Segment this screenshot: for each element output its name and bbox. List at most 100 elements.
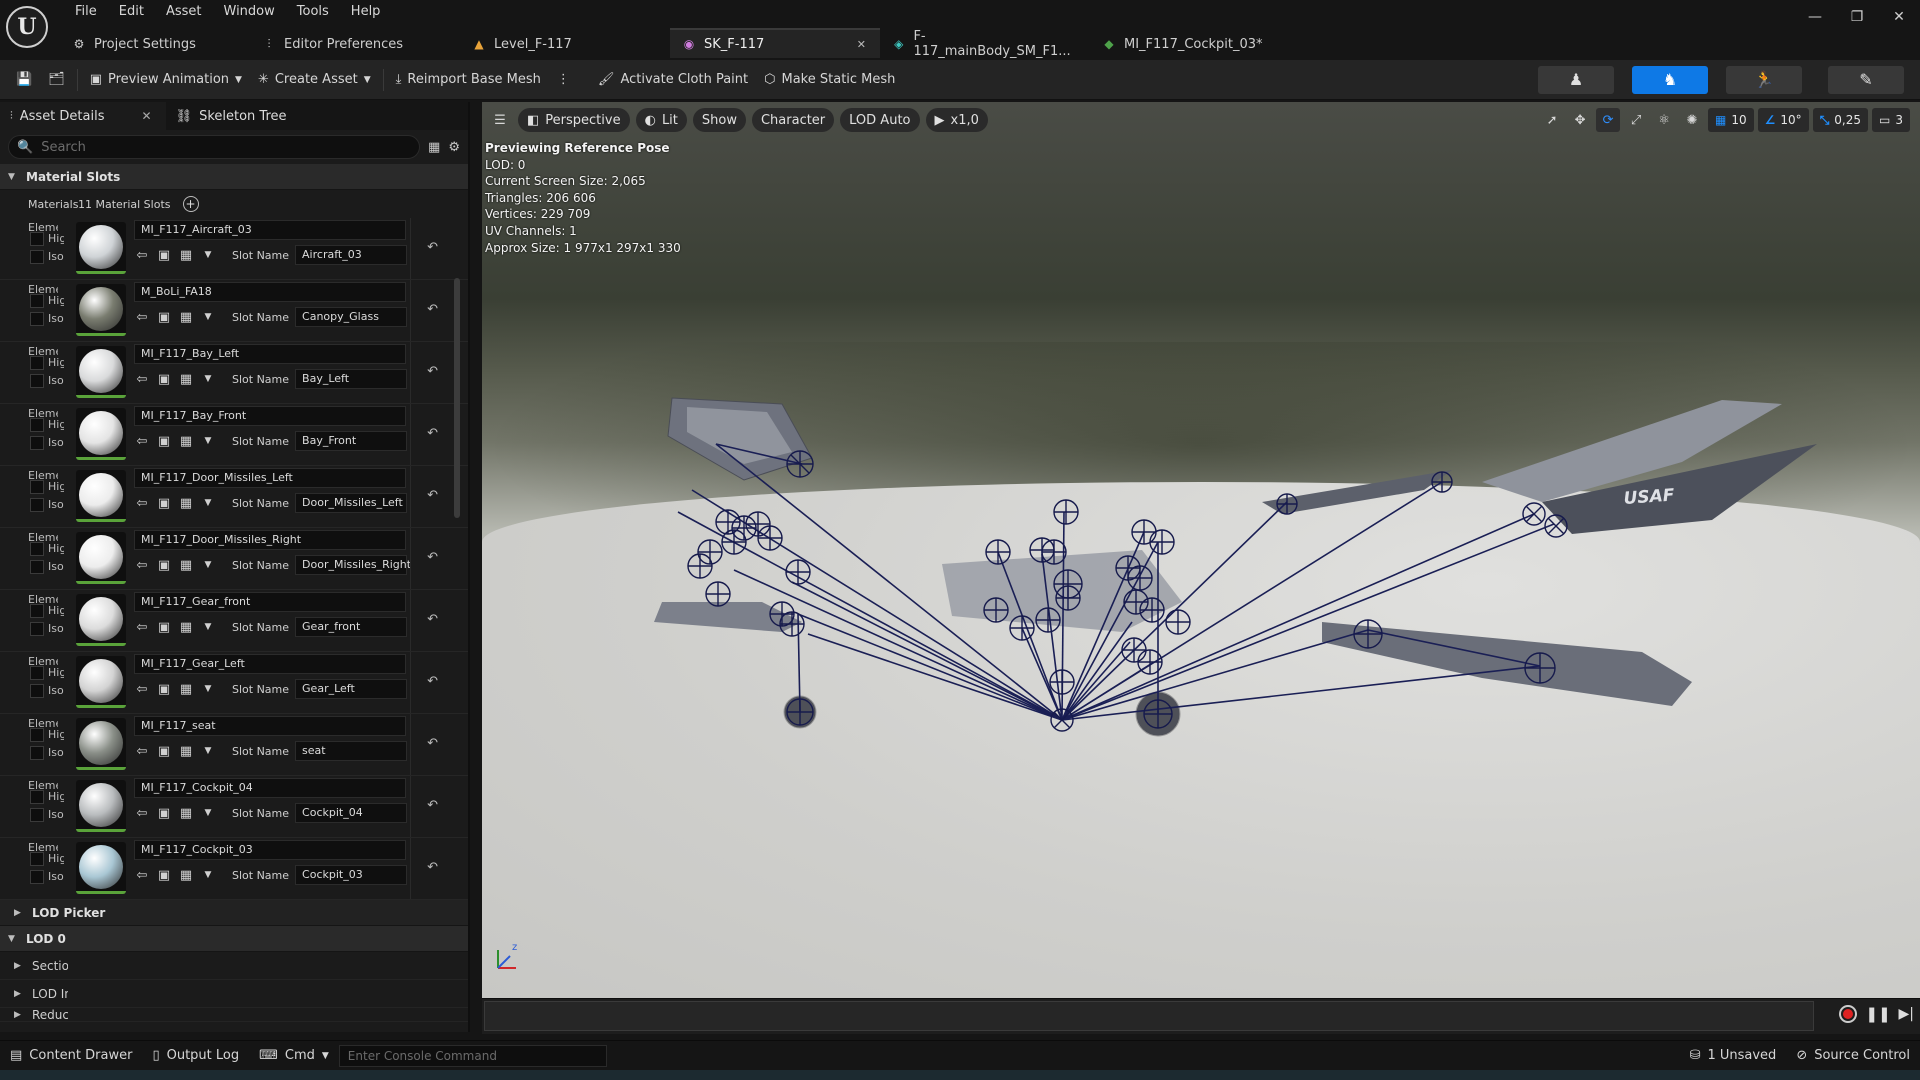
subsection-sections[interactable]: ▶ Sections	[0, 952, 468, 980]
slot-name-input[interactable]: Cockpit_04	[295, 803, 408, 823]
rotation-snap-button[interactable]: ∠ 10°	[1757, 108, 1809, 132]
material-name-field[interactable]: MI_F117_seat	[134, 716, 406, 736]
perspective-button[interactable]: ◧ Perspective	[518, 108, 630, 132]
slot-name-input[interactable]: Door_Missiles_Left	[295, 493, 408, 513]
section-material-slots[interactable]: ▼ Material Slots	[0, 164, 468, 190]
reset-to-default-icon[interactable]: ↶	[427, 736, 438, 751]
slot-name-input[interactable]: Gear_front	[295, 617, 408, 637]
reset-to-default-icon[interactable]: ↶	[427, 364, 438, 379]
search-input[interactable]	[41, 139, 412, 155]
slot-name-input[interactable]: Aircraft_03	[295, 245, 408, 265]
use-selected-icon[interactable]: ⇦	[134, 743, 150, 759]
chevron-down-icon[interactable]: ▼	[200, 681, 216, 697]
isolate-checkbox[interactable]	[30, 436, 44, 450]
highlight-checkbox[interactable]	[30, 356, 44, 370]
material-thumbnail[interactable]	[76, 284, 126, 336]
show-button[interactable]: Show	[692, 108, 746, 132]
close-tab-icon[interactable]: ✕	[857, 38, 866, 51]
browse-asset-icon[interactable]: ▣	[156, 805, 172, 821]
checker-icon[interactable]: ▦	[178, 371, 194, 387]
chevron-down-icon[interactable]: ▼	[200, 867, 216, 883]
slot-name-input[interactable]: Door_Missiles_Right	[295, 555, 411, 575]
material-thumbnail[interactable]	[76, 594, 126, 646]
material-name-field[interactable]: MI_F117_Cockpit_04	[134, 778, 406, 798]
highlight-checkbox[interactable]	[30, 666, 44, 680]
tab-skeleton-tree[interactable]: ⛓ Skeleton Tree	[166, 102, 301, 130]
viewport[interactable]: USAF ☰ ◧ Perspective ◐ Lit Show Characte…	[482, 102, 1920, 998]
material-thumbnail[interactable]	[76, 842, 126, 894]
checker-icon[interactable]: ▦	[178, 805, 194, 821]
chevron-down-icon[interactable]: ▼	[200, 309, 216, 325]
chevron-down-icon[interactable]: ▼	[200, 743, 216, 759]
content-drawer-button[interactable]: ▤ Content Drawer	[0, 1041, 142, 1071]
highlight-checkbox[interactable]	[30, 418, 44, 432]
more-options-icon[interactable]: ⋮	[549, 66, 578, 94]
mesh-mode-button[interactable]: ♞	[1632, 65, 1708, 94]
reset-to-default-icon[interactable]: ↶	[427, 674, 438, 689]
reset-to-default-icon[interactable]: ↶	[427, 302, 438, 317]
slot-name-input[interactable]: Gear_Left	[295, 679, 408, 699]
panel-scrollbar[interactable]	[454, 278, 460, 518]
unsaved-button[interactable]: ⛁ 1 Unsaved	[1680, 1041, 1787, 1071]
scale-icon[interactable]: ⤢	[1624, 108, 1648, 132]
browse-asset-icon[interactable]: ▣	[156, 557, 172, 573]
material-name-field[interactable]: MI_F117_Door_Missiles_Right	[134, 530, 406, 550]
material-thumbnail[interactable]	[76, 470, 126, 522]
highlight-checkbox[interactable]	[30, 232, 44, 246]
browse-asset-icon[interactable]: ▣	[156, 867, 172, 883]
slot-name-input[interactable]: seat	[295, 741, 408, 761]
subsection-lod-info[interactable]: ▶ LOD Info	[0, 980, 468, 1008]
use-selected-icon[interactable]: ⇦	[134, 619, 150, 635]
preview-animation-button[interactable]: ▣ Preview Animation ▼	[82, 66, 250, 94]
grid-snap-button[interactable]: ▦ 10	[1708, 108, 1754, 132]
section-lod0[interactable]: ▼ LOD 0	[0, 926, 468, 952]
reset-to-default-icon[interactable]: ↶	[427, 550, 438, 565]
checker-icon[interactable]: ▦	[178, 681, 194, 697]
console-input[interactable]	[338, 1044, 607, 1067]
chevron-down-icon[interactable]: ▼	[200, 247, 216, 263]
chevron-down-icon[interactable]: ▼	[200, 557, 216, 573]
lit-button[interactable]: ◐ Lit	[635, 108, 687, 132]
close-icon[interactable]: ✕	[142, 109, 152, 123]
isolate-checkbox[interactable]	[30, 250, 44, 264]
output-log-button[interactable]: ▯ Output Log	[142, 1041, 249, 1071]
camera-speed-button[interactable]: ▭ 3	[1872, 108, 1910, 132]
use-selected-icon[interactable]: ⇦	[134, 309, 150, 325]
checker-icon[interactable]: ▦	[178, 743, 194, 759]
play-speed-button[interactable]: ▶ x1,0	[925, 108, 988, 132]
material-name-field[interactable]: M_BoLi_FA18	[134, 282, 406, 302]
checker-icon[interactable]: ▦	[178, 557, 194, 573]
reset-to-default-icon[interactable]: ↶	[427, 612, 438, 627]
material-name-field[interactable]: MI_F117_Bay_Front	[134, 406, 406, 426]
section-lod-picker[interactable]: ▶ LOD Picker	[0, 900, 468, 926]
use-selected-icon[interactable]: ⇦	[134, 557, 150, 573]
tab-project-settings[interactable]: ⚙ Project Settings	[60, 28, 250, 58]
menu-asset[interactable]: Asset	[155, 2, 213, 22]
slot-name-input[interactable]: Bay_Left	[295, 369, 408, 389]
material-name-field[interactable]: MI_F117_Cockpit_03	[134, 840, 406, 860]
highlight-checkbox[interactable]	[30, 294, 44, 308]
browse-asset-icon[interactable]: ▣	[156, 495, 172, 511]
slot-name-input[interactable]: Canopy_Glass	[295, 307, 408, 327]
minimize-icon[interactable]: —	[1794, 0, 1836, 34]
slot-name-input[interactable]: Bay_Front	[295, 431, 408, 451]
chevron-down-icon[interactable]: ▼	[200, 619, 216, 635]
use-selected-icon[interactable]: ⇦	[134, 681, 150, 697]
isolate-checkbox[interactable]	[30, 312, 44, 326]
checker-icon[interactable]: ▦	[178, 433, 194, 449]
material-thumbnail[interactable]	[76, 780, 126, 832]
material-thumbnail[interactable]	[76, 718, 126, 770]
browse-asset-icon[interactable]: ▣	[156, 619, 172, 635]
browse-asset-icon[interactable]: ▣	[156, 247, 172, 263]
make-static-mesh-button[interactable]: ⬡ Make Static Mesh	[756, 66, 903, 94]
chevron-down-icon[interactable]: ▼	[200, 371, 216, 387]
table-view-icon[interactable]: ▦	[428, 140, 440, 155]
character-button[interactable]: Character	[751, 108, 835, 132]
isolate-checkbox[interactable]	[30, 498, 44, 512]
tab-level[interactable]: ▲ Level_F-117	[460, 28, 670, 58]
material-name-field[interactable]: MI_F117_Aircraft_03	[134, 220, 406, 240]
menu-window[interactable]: Window	[213, 2, 286, 22]
subsection-reduction[interactable]: ▶ Reduction	[0, 1008, 468, 1022]
isolate-checkbox[interactable]	[30, 870, 44, 884]
cmd-button[interactable]: ⌨ Cmd ▼	[249, 1041, 339, 1071]
